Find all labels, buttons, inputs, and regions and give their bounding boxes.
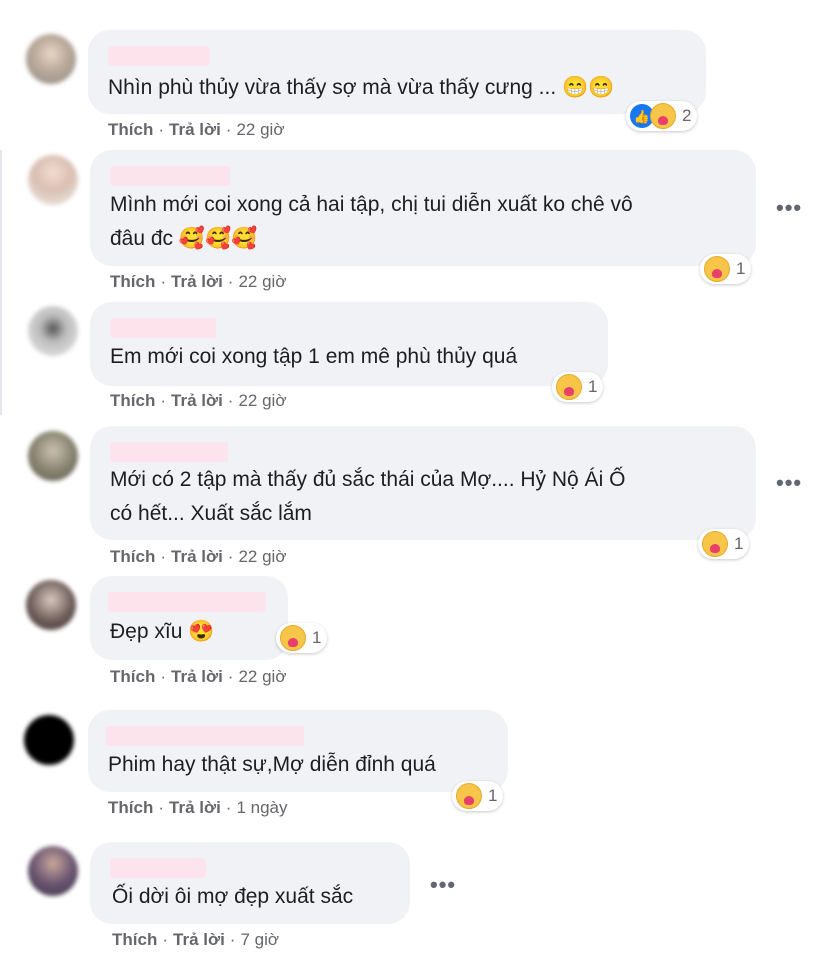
- reply-link[interactable]: Trả lời: [169, 798, 221, 817]
- reaction-summary[interactable]: 1: [700, 254, 752, 284]
- avatar[interactable]: [26, 34, 76, 84]
- care-reaction-icon: [280, 625, 306, 651]
- like-link[interactable]: Thích: [110, 391, 155, 410]
- separator: ·: [225, 798, 232, 817]
- separator: ·: [158, 798, 165, 817]
- separator: ·: [160, 391, 167, 410]
- comment-actions: Thích · Trả lời · 22 giờ: [108, 120, 284, 140]
- avatar[interactable]: [28, 155, 78, 205]
- comment-actions: Thích · Trả lời · 1 ngày: [108, 798, 288, 818]
- care-reaction-icon: [704, 256, 730, 282]
- reaction-count: 2: [682, 106, 692, 125]
- commenter-name[interactable]: [110, 318, 216, 338]
- reaction-count: 1: [312, 628, 322, 647]
- timestamp[interactable]: 22 giờ: [236, 120, 284, 139]
- separator: ·: [160, 272, 167, 291]
- comment-actions: Thích · Trả lời · 7 giờ: [112, 930, 279, 950]
- comment-actions: Thích · Trả lời · 22 giờ: [110, 391, 286, 411]
- avatar[interactable]: [28, 306, 78, 356]
- comment-text: Em mới coi xong tập 1 em mê phù thủy quá: [110, 345, 518, 368]
- comment-text: Ối dời ôi mợ đẹp xuất sắc: [112, 885, 354, 908]
- reply-link[interactable]: Trả lời: [171, 391, 223, 410]
- like-link[interactable]: Thích: [112, 930, 157, 949]
- reaction-summary[interactable]: 1: [276, 623, 328, 653]
- reaction-summary[interactable]: 1: [452, 781, 504, 811]
- like-link[interactable]: Thích: [108, 798, 153, 817]
- comment-actions: Thích · Trả lời · 22 giờ: [110, 547, 286, 567]
- more-options-icon[interactable]: •••: [776, 470, 802, 496]
- commenter-name[interactable]: [108, 46, 210, 66]
- timestamp[interactable]: 22 giờ: [238, 272, 286, 291]
- separator: ·: [227, 667, 234, 686]
- timestamp[interactable]: 1 ngày: [236, 798, 287, 817]
- timestamp[interactable]: 22 giờ: [238, 667, 286, 686]
- reaction-count: 1: [734, 534, 744, 553]
- timestamp[interactable]: 22 giờ: [238, 391, 286, 410]
- reply-link[interactable]: Trả lời: [169, 120, 221, 139]
- commenter-name[interactable]: [110, 166, 230, 186]
- separator: ·: [229, 930, 236, 949]
- comment-text: Đẹp xĩu 😍: [110, 620, 215, 643]
- reply-link[interactable]: Trả lời: [173, 930, 225, 949]
- separator: ·: [227, 547, 234, 566]
- comment-text-line-1: Mình mới coi xong cả hai tập, chị tui di…: [110, 193, 633, 216]
- avatar[interactable]: [26, 580, 76, 630]
- commenter-name[interactable]: [110, 858, 206, 878]
- care-reaction-icon: [456, 783, 482, 809]
- separator: ·: [160, 547, 167, 566]
- avatar[interactable]: [24, 715, 74, 765]
- reply-link[interactable]: Trả lời: [171, 667, 223, 686]
- comment-text-line-2: có hết... Xuất sắc lắm: [110, 502, 312, 525]
- separator: ·: [160, 667, 167, 686]
- commenter-name[interactable]: [110, 442, 228, 462]
- thread-line: [0, 150, 2, 415]
- reaction-count: 1: [736, 259, 746, 278]
- care-reaction-icon: [702, 531, 728, 557]
- commenter-name[interactable]: [108, 592, 266, 612]
- comment-text: Nhìn phù thủy vừa thấy sợ mà vừa thấy cư…: [108, 76, 615, 99]
- separator: ·: [225, 120, 232, 139]
- separator: ·: [227, 391, 234, 410]
- comment-text-line-1: Mới có 2 tập mà thấy đủ sắc thái của Mợ.…: [110, 468, 626, 491]
- separator: ·: [162, 930, 169, 949]
- timestamp[interactable]: 7 giờ: [240, 930, 279, 949]
- more-options-icon[interactable]: •••: [430, 872, 456, 898]
- like-link[interactable]: Thích: [110, 272, 155, 291]
- timestamp[interactable]: 22 giờ: [238, 547, 286, 566]
- like-link[interactable]: Thích: [110, 547, 155, 566]
- care-reaction-icon: [556, 374, 582, 400]
- more-options-icon[interactable]: •••: [776, 195, 802, 221]
- separator: ·: [227, 272, 234, 291]
- comment-text-line-2: đâu đc 🥰🥰🥰: [110, 227, 258, 250]
- reaction-count: 1: [488, 786, 498, 805]
- care-reaction-icon: [650, 103, 676, 129]
- separator: ·: [158, 120, 165, 139]
- comment-actions: Thích · Trả lời · 22 giờ: [110, 272, 286, 292]
- like-link[interactable]: Thích: [110, 667, 155, 686]
- comment-actions: Thích · Trả lời · 22 giờ: [110, 667, 286, 687]
- comment-text: Phim hay thật sự,Mợ diễn đỉnh quá: [108, 753, 436, 776]
- avatar[interactable]: [28, 846, 78, 896]
- like-link[interactable]: Thích: [108, 120, 153, 139]
- reaction-count: 1: [588, 377, 598, 396]
- avatar[interactable]: [28, 431, 78, 481]
- reply-link[interactable]: Trả lời: [171, 272, 223, 291]
- commenter-name[interactable]: [106, 726, 304, 746]
- reaction-summary[interactable]: 1: [698, 529, 750, 559]
- reaction-summary[interactable]: 1: [552, 372, 604, 402]
- reply-link[interactable]: Trả lời: [171, 547, 223, 566]
- reaction-summary[interactable]: 👍 2: [626, 101, 698, 131]
